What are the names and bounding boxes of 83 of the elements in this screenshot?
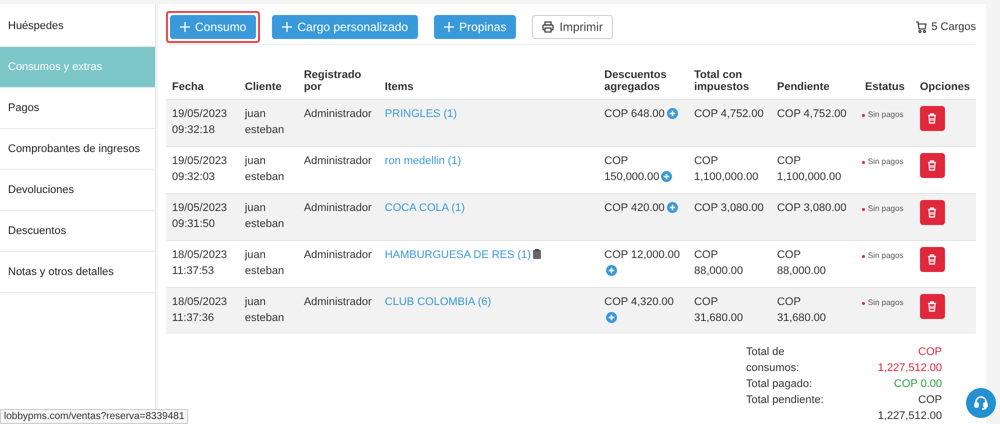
column-header: Total con impuestos — [694, 68, 750, 92]
add-circle-icon[interactable] — [666, 202, 678, 212]
registered-by-cell: Administrador — [304, 248, 372, 260]
pending-cell: COP 88,000.00 — [776, 248, 826, 276]
trash-icon — [927, 112, 938, 124]
total-label: Total de consumos: — [746, 345, 800, 376]
item-link[interactable]: HAMBURGUESA DE RES (1) — [384, 248, 531, 260]
add-circle-icon[interactable] — [606, 312, 618, 322]
plus-icon — [282, 22, 292, 32]
client-cell: juan esteban — [244, 248, 284, 276]
add-circle-icon[interactable] — [661, 170, 672, 182]
cart-count: 5 Cargos — [931, 21, 976, 33]
total-label: Total pagado: — [746, 377, 814, 392]
print-button[interactable]: Imprimir — [532, 15, 613, 39]
plus-icon — [444, 22, 454, 32]
headset-icon — [973, 395, 989, 411]
sidebar-item[interactable]: Consumos y extras — [0, 47, 155, 88]
column-header: Items — [384, 80, 414, 92]
discount-cell: COP 150,000.00 — [604, 154, 660, 182]
column-header: Estatus — [865, 80, 905, 92]
pending-cell: COP 1,100,000.00 — [776, 154, 842, 182]
plus-icon — [180, 22, 190, 32]
add-button[interactable]: Consumo — [170, 15, 256, 39]
column-header: Registrado por — [304, 68, 362, 92]
total-value: COP 1,227,512.00 — [876, 393, 942, 424]
registered-by-cell: Administrador — [304, 108, 372, 120]
item-link[interactable]: COCA COLA (1) — [384, 202, 465, 214]
item-link[interactable]: ron medellin (1) — [384, 154, 462, 166]
date-cell: 18/05/2023 11:37:36 — [172, 296, 228, 324]
date-cell: 19/05/2023 09:31:50 — [172, 202, 228, 230]
status-label: Sin pagos — [868, 156, 904, 168]
pending-cell: COP 3,080.00 — [776, 202, 846, 214]
add-circle-icon[interactable] — [606, 264, 618, 276]
delete-button[interactable] — [920, 294, 945, 318]
total-cell: COP 1,100,000.00 — [694, 154, 758, 182]
client-cell: juan esteban — [244, 154, 284, 182]
total-cell: COP 4,752.00 — [694, 108, 764, 120]
delete-button[interactable] — [920, 246, 945, 272]
printer-icon — [542, 21, 554, 33]
total-label: Total pendiente: — [746, 393, 825, 408]
total-value: COP 0.00 — [892, 377, 942, 392]
date-cell: 19/05/2023 09:32:03 — [172, 154, 228, 182]
discount-cell: COP 12,000.00 — [604, 248, 680, 260]
cart-icon — [915, 21, 928, 33]
status-label: Sin pagos — [868, 297, 904, 309]
discount-cell: COP 420.00 — [604, 202, 665, 214]
status-label: Sin pagos — [868, 250, 904, 262]
registered-by-cell: Administrador — [304, 154, 372, 166]
trash-icon — [927, 254, 938, 264]
column-header: Descuentos agregados — [604, 68, 667, 92]
discount-cell: COP 4,320.00 — [604, 296, 674, 308]
column-header: Fecha — [172, 80, 204, 92]
trash-icon — [927, 300, 938, 312]
pending-cell: COP 4,752.00 — [776, 108, 846, 120]
add-button[interactable]: Propinas — [434, 15, 516, 39]
status-label: Sin pagos — [868, 203, 904, 215]
delete-button[interactable] — [920, 152, 945, 178]
registered-by-cell: Administrador — [304, 202, 372, 214]
add-circle-icon[interactable] — [666, 108, 678, 118]
item-link[interactable]: CLUB COLOMBIA (6) — [384, 296, 492, 308]
client-cell: juan esteban — [244, 108, 284, 136]
delete-button[interactable] — [920, 106, 945, 130]
trash-icon — [927, 160, 938, 170]
client-cell: juan esteban — [244, 202, 284, 230]
total-value: COP 1,227,512.00 — [876, 345, 942, 376]
pending-cell: COP 31,680.00 — [776, 296, 826, 324]
add-button[interactable]: Cargo personalizado — [272, 15, 418, 39]
column-header: Cliente — [244, 80, 282, 92]
column-header: Pendiente — [776, 80, 830, 92]
client-cell: juan esteban — [244, 296, 284, 324]
total-cell: COP 3,080.00 — [694, 202, 764, 214]
total-cell: COP 88,000.00 — [694, 248, 744, 276]
registered-by-cell: Administrador — [304, 296, 372, 308]
column-header: Opciones — [920, 80, 970, 92]
trash-icon — [927, 206, 938, 218]
status-url: lobbypms.com/ventas?reserva=8339481 — [0, 409, 188, 424]
delete-button[interactable] — [920, 200, 945, 224]
item-link[interactable]: PRINGLES (1) — [384, 108, 457, 120]
discount-cell: COP 648.00 — [604, 108, 665, 120]
status-label: Sin pagos — [868, 109, 904, 121]
total-cell: COP 31,680.00 — [694, 296, 744, 324]
date-cell: 19/05/2023 09:32:18 — [172, 108, 228, 136]
date-cell: 18/05/2023 11:37:53 — [172, 248, 228, 276]
